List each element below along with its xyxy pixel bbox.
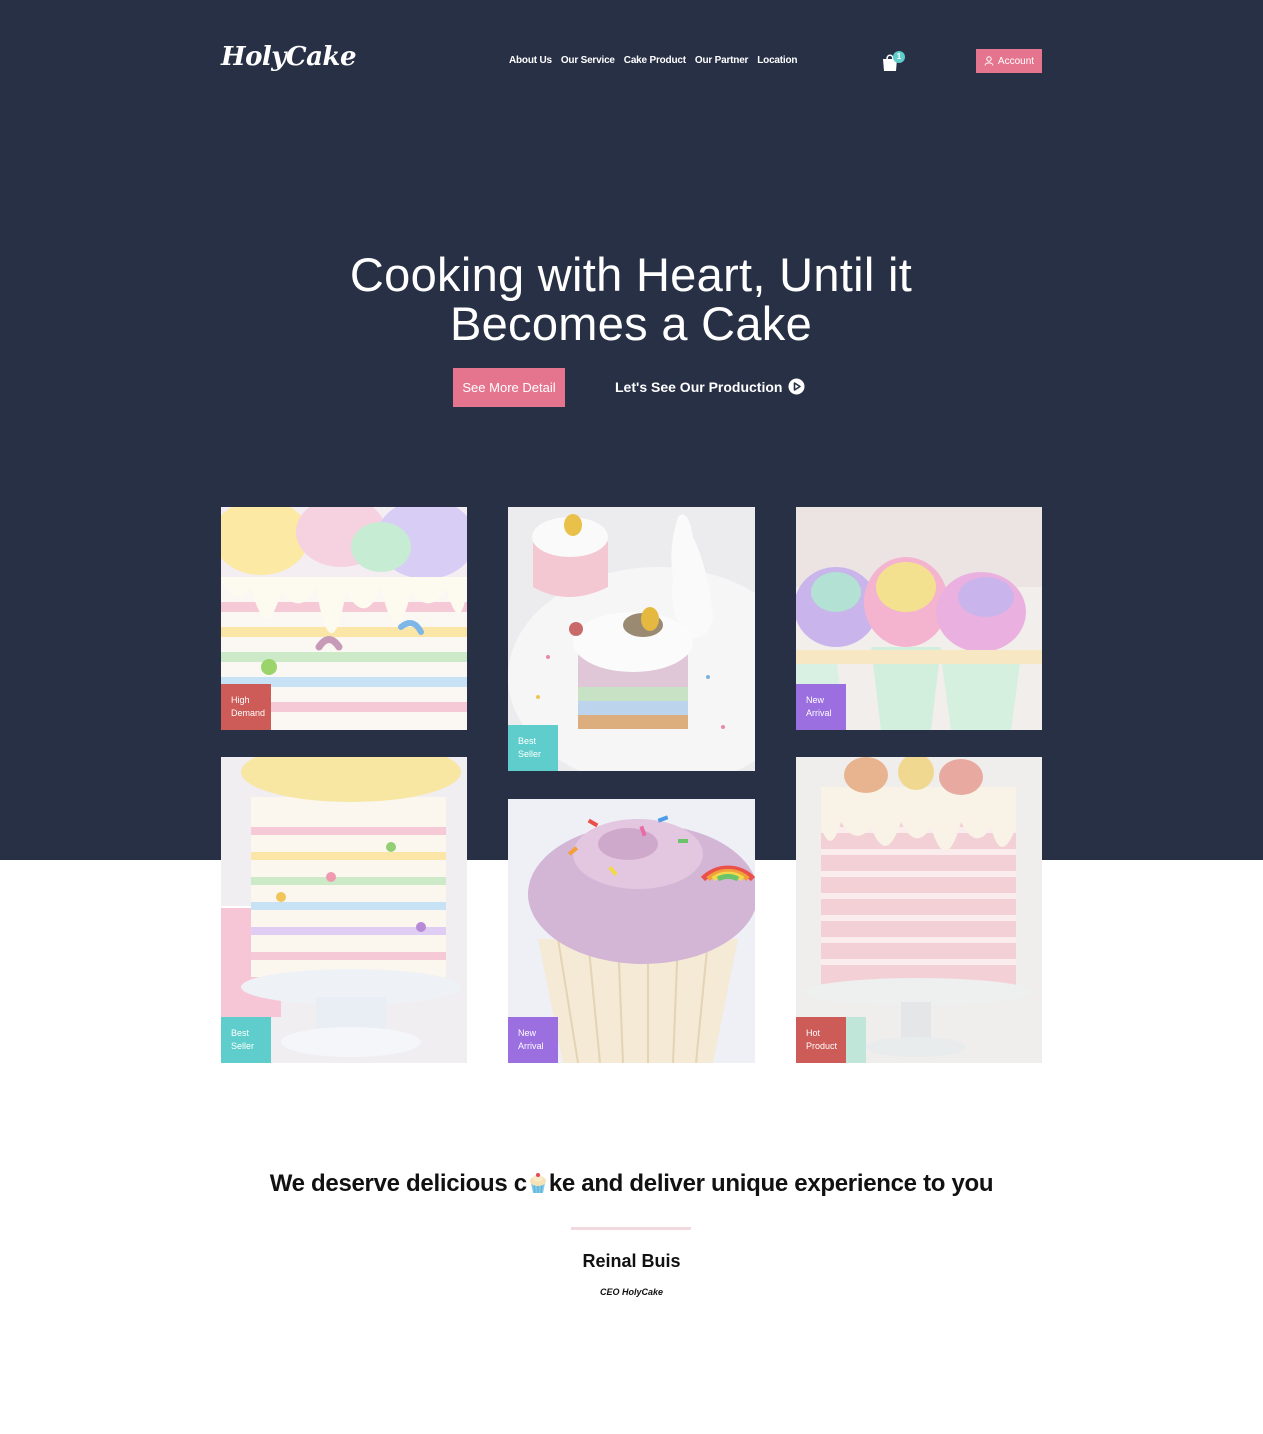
product-card[interactable]: Hot Product xyxy=(796,757,1042,1063)
quote-text-before: We deserve delicious c xyxy=(269,1170,527,1197)
product-tag: New Arrival xyxy=(508,1017,558,1063)
cupcake-icon xyxy=(529,1173,546,1194)
tag-line1: Best xyxy=(518,736,537,746)
tagline-quote: We deserve delicious c ke and deliver un… xyxy=(0,1170,1263,1198)
nav-about-us[interactable]: About Us xyxy=(509,55,552,66)
hero-title: Cooking with Heart, Until it Becomes a C… xyxy=(231,250,1031,348)
tag-line1: High xyxy=(231,695,250,705)
hero-title-line1: Cooking with Heart, Until it xyxy=(349,248,913,301)
tag-line2: Demand xyxy=(231,708,266,718)
quote-text-after: ke and deliver unique experience to you xyxy=(548,1170,994,1197)
main-nav: About Us Our Service Cake Product Our Pa… xyxy=(509,55,798,66)
tag-line2: Seller xyxy=(518,749,542,759)
see-more-detail-button[interactable]: See More Detail xyxy=(453,368,565,407)
cart-count-badge: 1 xyxy=(893,51,905,63)
tag-line1: New xyxy=(806,695,825,705)
user-icon xyxy=(984,56,994,66)
see-production-button[interactable]: Let's See Our Production xyxy=(615,378,805,395)
quote-author: Reinal Buis xyxy=(582,1251,681,1271)
see-production-label: Let's See Our Production xyxy=(615,378,783,395)
account-label: Account xyxy=(997,55,1035,67)
product-card[interactable]: Best Seller xyxy=(221,757,467,1063)
tag-line1: New xyxy=(518,1028,537,1038)
account-button[interactable]: Account xyxy=(976,49,1042,73)
quote-author-role: CEO HolyCake xyxy=(599,1287,664,1297)
tag-line2: Arrival xyxy=(806,708,832,718)
nav-our-partner[interactable]: Our Partner xyxy=(695,55,749,66)
nav-cake-product[interactable]: Cake Product xyxy=(624,55,686,66)
product-tag: High Demand xyxy=(221,684,271,730)
quote-divider xyxy=(571,1227,691,1230)
nav-location[interactable]: Location xyxy=(757,55,797,66)
logo[interactable]: HolyCake xyxy=(221,42,357,72)
tag-line2: Arrival xyxy=(518,1041,544,1051)
tag-line1: Hot xyxy=(806,1028,821,1038)
play-icon xyxy=(788,378,805,395)
product-tag: Best Seller xyxy=(221,1017,271,1063)
product-tag: New Arrival xyxy=(796,684,846,730)
product-card[interactable]: High Demand xyxy=(221,507,467,730)
tag-line1: Best xyxy=(231,1028,250,1038)
product-tag: Best Seller xyxy=(508,725,558,771)
product-card[interactable]: Best Seller xyxy=(508,507,755,771)
nav-our-service[interactable]: Our Service xyxy=(561,55,615,66)
product-card[interactable]: New Arrival xyxy=(508,799,755,1063)
hero-title-line2: Becomes a Cake xyxy=(449,297,813,350)
product-card[interactable]: New Arrival xyxy=(796,507,1042,730)
product-tag: Hot Product xyxy=(796,1017,846,1063)
tag-line2: Seller xyxy=(231,1041,255,1051)
tag-line2: Product xyxy=(806,1041,838,1051)
